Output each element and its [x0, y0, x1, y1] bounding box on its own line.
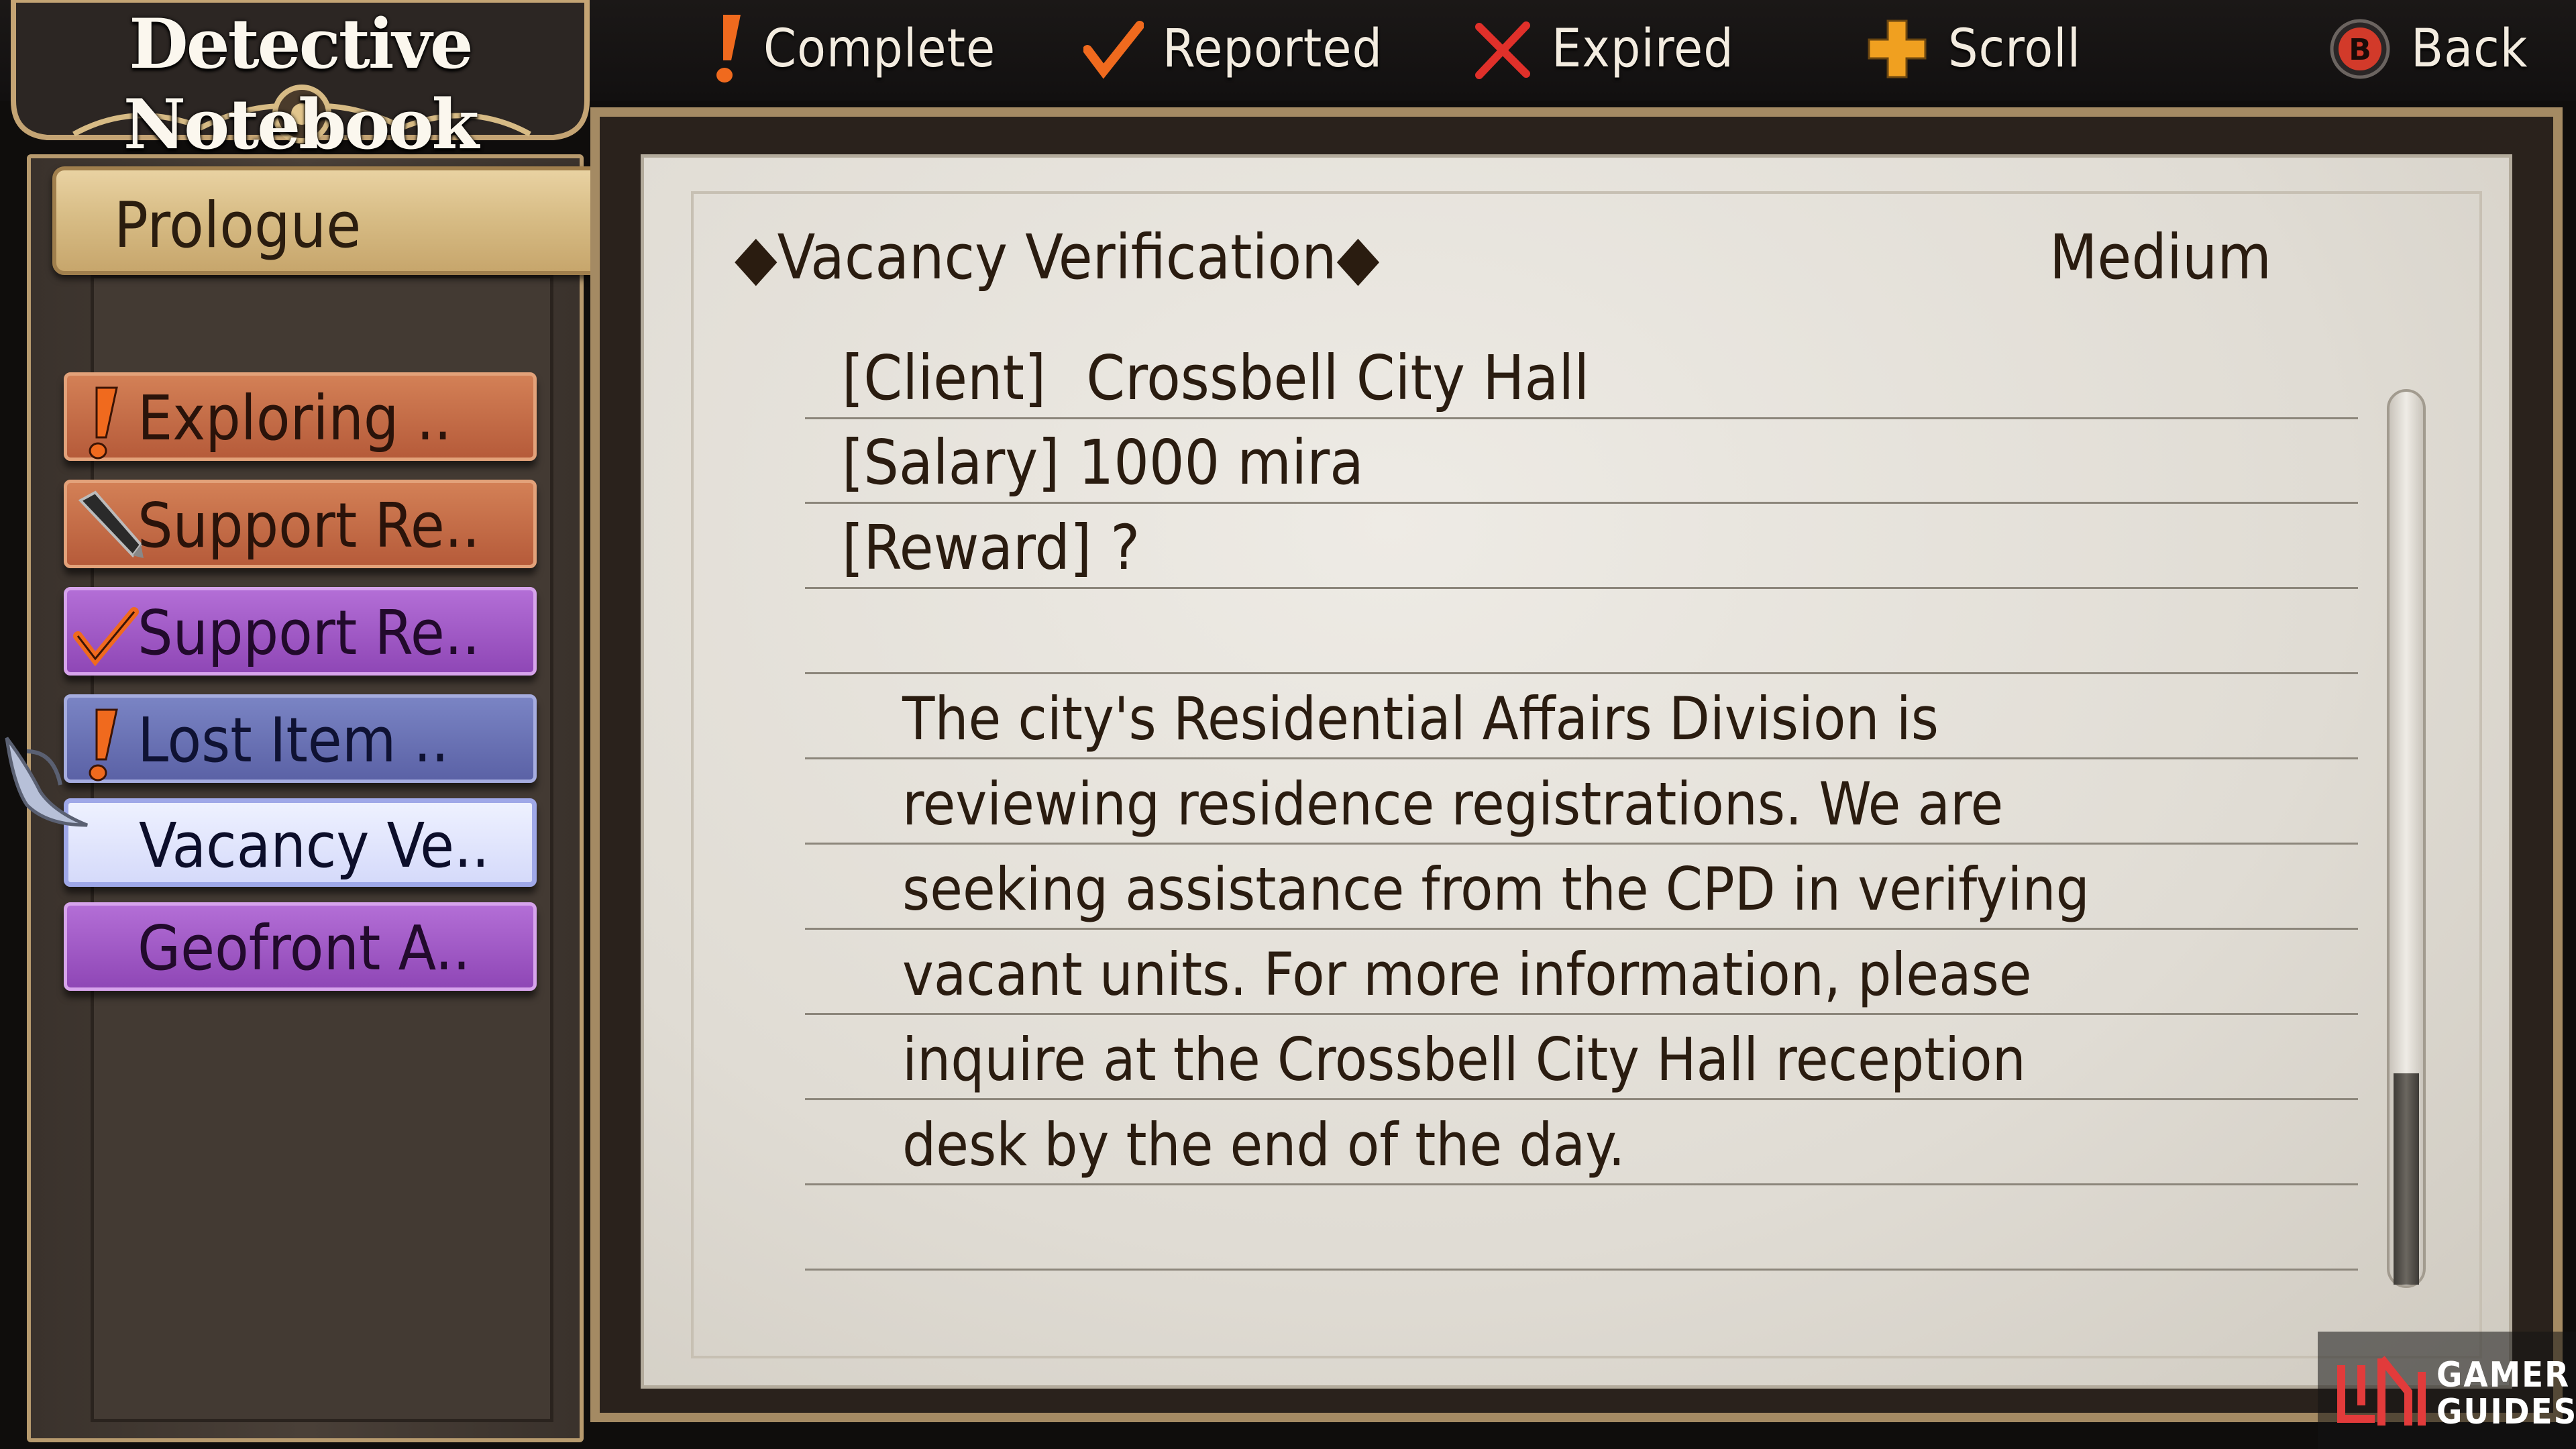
- quest-label: Support Re..: [138, 490, 480, 561]
- quest-item[interactable]: Exploring ..: [64, 372, 537, 461]
- legend-back[interactable]: B Back: [2328, 12, 2528, 86]
- salary-value: 1000 mira: [1078, 427, 1364, 498]
- ruled-line: [805, 587, 2358, 589]
- legend-label: Back: [2411, 19, 2528, 79]
- checkmark-icon: [1083, 19, 1144, 79]
- legend-expired: Expired: [1472, 12, 1734, 86]
- ruled-line: [805, 1013, 2358, 1015]
- selection-cursor-icon: [5, 737, 88, 827]
- b-button-letter: B: [2349, 33, 2371, 67]
- legend-label: Complete: [763, 19, 996, 79]
- ruled-line: [805, 1269, 2358, 1271]
- legend-scroll: Scroll: [1865, 12, 2081, 86]
- watermark-text: GUIDES: [2436, 1392, 2576, 1432]
- quest-label: Vacancy Ve..: [139, 810, 490, 881]
- reward-label: [Reward]: [842, 512, 1092, 584]
- dpad-icon: [1865, 17, 1929, 81]
- salary-label: [Salary]: [842, 427, 1060, 498]
- client-value: Crossbell City Hall: [1086, 342, 1590, 414]
- ruled-line: [805, 1098, 2358, 1100]
- description-line: vacant units. For more information, plea…: [902, 940, 2032, 1009]
- quest-title: ◆Vacancy Verification◆: [735, 221, 1380, 293]
- page-title: Detective Notebook: [123, 4, 479, 165]
- ruled-line: [805, 502, 2358, 504]
- description-line: seeking assistance from the CPD in verif…: [902, 855, 2090, 924]
- client-label: [Client]: [842, 342, 1046, 414]
- ruled-line: [805, 672, 2358, 674]
- quest-item[interactable]: Geofront A..: [64, 902, 537, 991]
- description-line: desk by the end of the day.: [902, 1110, 1625, 1179]
- quest-item-selected[interactable]: Vacancy Ve..: [64, 798, 537, 887]
- quest-item[interactable]: Support Re..: [64, 480, 537, 568]
- salary-line: [Salary] 1000 mira: [842, 427, 1364, 498]
- ruled-line: [805, 928, 2358, 930]
- quest-label: Exploring ..: [138, 382, 452, 454]
- legend-complete: Complete: [711, 12, 996, 86]
- legend-label: Scroll: [1948, 19, 2082, 79]
- legend-label: Reported: [1163, 19, 1383, 79]
- pen-icon: [74, 488, 148, 565]
- reward-line: [Reward]?: [842, 512, 1140, 584]
- chapter-label: Prologue: [114, 189, 362, 262]
- description-line: The city's Residential Affairs Division …: [902, 684, 1939, 753]
- gamer-guides-logo-icon: [2337, 1356, 2426, 1426]
- scrollbar-thumb[interactable]: [2394, 1073, 2419, 1285]
- x-mark-icon: [1472, 19, 1533, 79]
- exclamation-icon: [86, 386, 119, 463]
- checkmark-icon: [72, 606, 140, 669]
- b-button-icon: B: [2328, 17, 2392, 81]
- watermark-text: GAMER: [2436, 1355, 2571, 1395]
- legend-reported: Reported: [1083, 12, 1383, 86]
- description-line: reviewing residence registrations. We ar…: [902, 769, 2004, 839]
- ruled-line: [805, 417, 2358, 419]
- legend-label: Expired: [1552, 19, 1734, 79]
- quest-item[interactable]: Support Re..: [64, 587, 537, 676]
- quest-label: Support Re..: [138, 597, 480, 669]
- ruled-line: [805, 843, 2358, 845]
- quest-item[interactable]: Lost Item ..: [64, 694, 537, 783]
- client-line: [Client] Crossbell City Hall: [842, 342, 1589, 414]
- quest-label: Geofront A..: [138, 912, 471, 984]
- ruled-line: [805, 1183, 2358, 1185]
- quest-label: Lost Item ..: [138, 704, 449, 776]
- ruled-line: [805, 757, 2358, 759]
- quest-rank: Medium: [2049, 221, 2272, 293]
- exclamation-icon: [711, 12, 745, 86]
- description-line: inquire at the Crossbell City Hall recep…: [902, 1025, 2026, 1094]
- reward-value: ?: [1110, 512, 1140, 584]
